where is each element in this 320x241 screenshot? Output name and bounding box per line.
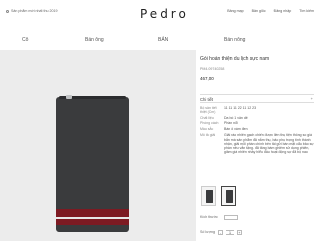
- topnav-item-login[interactable]: Đăng nhập: [274, 9, 292, 13]
- topnav-item-search[interactable]: Tìm kiếm: [299, 9, 314, 13]
- detail-row: Màu sắc Bán ô xám đen: [200, 127, 314, 131]
- topnav-item-1[interactable]: Bảng mạp: [227, 9, 243, 13]
- detail-value: 11 11 11 22 11 12 23: [224, 106, 257, 110]
- promo-icon: [6, 9, 9, 13]
- size-option[interactable]: [223, 214, 238, 220]
- quantity-decrease-button[interactable]: -: [217, 229, 223, 235]
- product-summary: Gói hoán thiện du lịch sực nam PM4.09740…: [200, 56, 314, 81]
- top-bar: Sản phẩm mới nhất thu 2019 Pedro Bảng mạ…: [0, 0, 320, 26]
- product-price: 467,00: [200, 76, 214, 81]
- detail-key: Màu sắc: [200, 127, 214, 132]
- details-table: Bộ sản tiết thiệt (Cm) 11 11 11 22 11 12…: [200, 106, 314, 156]
- wallet-stripe: [56, 209, 129, 217]
- nav-item-4[interactable]: Bán nông: [224, 37, 245, 43]
- detail-row: Mô tả giải Giải ráo nhiên gạch chiến đượ…: [200, 133, 314, 154]
- nav-item-2[interactable]: Bán ông: [85, 37, 104, 43]
- brand-logo[interactable]: Pedro: [140, 7, 186, 21]
- quantity-value[interactable]: 1: [225, 229, 234, 235]
- promo-banner[interactable]: Sản phẩm mới nhất thu 2019: [6, 9, 58, 13]
- detail-key: Chất liệu: [200, 115, 214, 120]
- details-accordion[interactable]: Chi tiết +: [200, 94, 314, 103]
- top-nav: Bảng mạp Bản giỏc Đăng nhập Tìm kiếm: [227, 9, 314, 13]
- product-thumbnail[interactable]: [201, 186, 216, 206]
- wallet-illustration: [56, 95, 129, 232]
- quantity-increase-button[interactable]: +: [236, 229, 242, 235]
- expand-icon[interactable]: +: [311, 96, 313, 101]
- detail-value: Bán ô xám đen: [224, 127, 248, 132]
- detail-row: Phòng cách Phần nổi: [200, 121, 314, 125]
- detail-value: Da bò 1 vân dê: [224, 115, 248, 120]
- product-title: Gói hoán thiện du lịch sực nam: [200, 56, 270, 62]
- detail-row: Chất liệu Da bò 1 vân dê: [200, 116, 314, 120]
- detail-key: Bộ sản tiết thiệt (Cm): [200, 106, 217, 114]
- wallet-stripe: [56, 219, 129, 225]
- thumbnail-strip: [201, 186, 236, 206]
- detail-row: Bộ sản tiết thiệt (Cm) 11 11 11 22 11 12…: [200, 106, 314, 114]
- quantity-label: Số lượng: [200, 230, 215, 234]
- detail-key: Mô tả giải: [200, 133, 216, 138]
- size-selector: Kích thước: [200, 213, 314, 221]
- product-sku: PM4.09740258: [200, 67, 225, 71]
- thumbnail-wallet: [206, 190, 213, 203]
- nav-item-3[interactable]: BẢN: [158, 37, 168, 43]
- detail-key: Phòng cách: [200, 121, 219, 126]
- nav-item-1[interactable]: Cô: [22, 37, 28, 43]
- main-nav: Cô Bán ông BẢN Bán nông: [0, 34, 320, 48]
- zipper-pull: [66, 95, 72, 99]
- detail-value: Phần nổi: [224, 121, 238, 126]
- quantity-stepper: Số lượng - 1 +: [200, 228, 314, 236]
- thumbnail-wallet: [226, 190, 233, 203]
- topnav-item-2[interactable]: Bản giỏc: [252, 9, 266, 13]
- promo-text: Sản phẩm mới nhất thu 2019: [11, 9, 58, 13]
- product-thumbnail[interactable]: [221, 186, 236, 206]
- detail-value: Giải ráo nhiên gạch chiến được liền thụ …: [224, 133, 314, 155]
- size-label: Kích thước: [200, 215, 218, 219]
- details-label: Chi tiết: [200, 97, 214, 102]
